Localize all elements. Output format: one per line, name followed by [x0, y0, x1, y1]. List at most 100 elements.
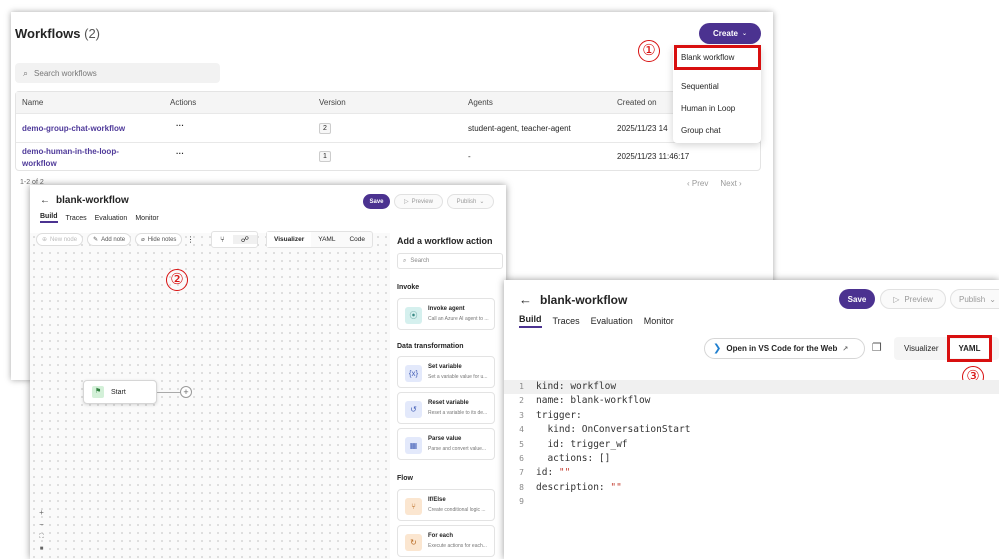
tab-build[interactable]: Build: [40, 213, 58, 223]
hide-notes-button[interactable]: ⌀ Hide notes: [135, 233, 183, 246]
step-marker-2: ②: [166, 269, 188, 291]
yaml-tabs: Build Traces Evaluation Monitor: [519, 314, 674, 328]
zoom-in-icon[interactable]: +: [35, 507, 48, 519]
create-button[interactable]: Create ⌄: [699, 23, 761, 44]
add-node-icon[interactable]: +: [180, 386, 192, 398]
code-line: 1 kind: workflow: [504, 380, 999, 395]
external-link-icon: ↗: [842, 345, 849, 353]
back-arrow-icon[interactable]: ←: [519, 292, 532, 307]
tab-yaml[interactable]: YAML: [311, 236, 342, 243]
chevron-down-icon: ⌄: [479, 199, 485, 205]
save-button[interactable]: Save: [363, 194, 390, 209]
workflow-link[interactable]: demo-group-chat-workflow: [22, 124, 125, 133]
version-badge: 1: [319, 151, 331, 162]
agents-cell: -: [468, 152, 471, 161]
workflow-title: blank-workflow: [540, 292, 628, 307]
lock-icon[interactable]: ■: [35, 543, 48, 555]
tab-evaluation[interactable]: Evaluation: [95, 215, 128, 222]
action-card-reset-variable[interactable]: ↺ Reset variable Reset a variable to its…: [397, 392, 495, 424]
next-button[interactable]: Next ›: [720, 179, 741, 188]
yaml-editor[interactable]: 1 kind: workflow 2 name: blank-workflow 3t…: [504, 380, 999, 559]
tab-code[interactable]: Code: [342, 236, 372, 243]
copy-icon[interactable]: ❐: [872, 341, 882, 354]
section-data-transformation: Data transformation: [397, 343, 464, 350]
code-line: 2 name: blank-workflow: [519, 395, 651, 407]
menu-item-human-in-loop[interactable]: Human in Loop: [681, 104, 735, 113]
tab-monitor[interactable]: Monitor: [135, 215, 158, 222]
col-name: Name: [22, 98, 44, 107]
menu-item-group-chat[interactable]: Group chat: [681, 126, 721, 135]
workflow-canvas[interactable]: ⊕ New node ✎ Add note ⌀ Hide notes ⋮ ⑂ ☍ Vi…: [30, 231, 390, 559]
code-line: 8 description: "": [519, 481, 622, 493]
action-search-input[interactable]: ⌕ Search: [397, 253, 503, 269]
tab-evaluation[interactable]: Evaluation: [591, 316, 633, 326]
tab-traces[interactable]: Traces: [66, 215, 87, 222]
variable-icon: {x}: [405, 365, 422, 382]
canvas-toolbar: ⊕ New node ✎ Add note ⌀ Hide notes ⋮: [36, 233, 194, 246]
zoom-controls: + − ⛶ ■: [35, 507, 48, 555]
action-card-set-variable[interactable]: {x} Set variable Set a variable value fo…: [397, 356, 495, 388]
preview-button[interactable]: ▷ Preview: [880, 289, 946, 309]
tree-layout-icon[interactable]: ⑂: [212, 235, 233, 244]
row-actions-button[interactable]: ···: [176, 149, 184, 158]
workflow-title: blank-workflow: [56, 195, 129, 206]
code-line: 4 kind: OnConversationStart: [519, 424, 691, 436]
fit-view-icon[interactable]: ⛶: [35, 531, 48, 543]
tab-build[interactable]: Build: [519, 314, 542, 328]
action-card-invoke-agent[interactable]: ⦿ Invoke agent Call an Azure AI agent to…: [397, 298, 495, 330]
search-icon: ⌕: [403, 257, 407, 264]
more-icon[interactable]: ⋮: [186, 235, 194, 244]
prev-button[interactable]: ‹ Prev: [687, 179, 708, 188]
back-arrow-icon[interactable]: ←: [40, 195, 50, 206]
pagination-nav: ‹ Prev Next ›: [687, 179, 742, 188]
panel-title: Add a workflow action: [397, 236, 493, 246]
play-icon: ▷: [404, 199, 409, 205]
tab-visualizer[interactable]: Visualizer: [267, 232, 312, 247]
section-flow: Flow: [397, 475, 413, 482]
add-action-panel: Add a workflow action ⌕ Search Invoke ⦿ I…: [390, 231, 506, 559]
action-card-if-else[interactable]: ⑂ If/Else Create conditional logic ...: [397, 489, 495, 521]
branch-icon: ⑂: [405, 498, 422, 515]
search-icon: ⌕: [23, 67, 29, 78]
created-cell: 2025/11/23 11:46:17: [617, 152, 690, 161]
workflow-link[interactable]: demo-human-in-the-loop-workflow: [22, 146, 119, 170]
table-row: demo-group-chat-workflow ··· 2 student-a…: [16, 113, 760, 142]
chevron-down-icon: ⌄: [989, 294, 996, 304]
publish-button[interactable]: Publish ⌄: [950, 289, 999, 309]
open-in-vscode-button[interactable]: ❯ Open in VS Code for the Web ↗: [704, 338, 865, 359]
preview-button[interactable]: ▷ Preview: [394, 194, 443, 209]
action-card-parse-value[interactable]: ▦ Parse value Parse and convert value...: [397, 428, 495, 460]
section-invoke: Invoke: [397, 284, 420, 291]
tab-monitor[interactable]: Monitor: [644, 316, 674, 326]
new-node-button[interactable]: ⊕ New node: [36, 233, 84, 246]
code-line: 5 id: trigger_wf: [519, 438, 628, 450]
workflows-table: Name Actions Version Agents Created on d…: [15, 91, 761, 171]
yaml-header: ← blank-workflow: [519, 292, 627, 307]
grid-icon: ▦: [405, 437, 422, 454]
action-card-for-each[interactable]: ↻ For each Execute actions for each...: [397, 525, 495, 557]
note-icon: ✎: [93, 237, 99, 243]
code-line: 9: [519, 497, 524, 507]
row-actions-button[interactable]: ···: [176, 121, 184, 130]
yaml-screenshot: ← blank-workflow Build Traces Evaluation…: [504, 280, 999, 559]
graph-layout-icon[interactable]: ☍: [232, 235, 257, 244]
eye-off-icon: ⌀: [141, 237, 145, 243]
start-node[interactable]: ⚑ Start: [83, 380, 157, 404]
play-icon: ▷: [893, 294, 900, 304]
search-workflows-input[interactable]: ⌕ Search workflows: [15, 63, 220, 83]
builder-screenshot: ← blank-workflow Build Traces Evaluation…: [30, 185, 506, 559]
code-line: 6 actions: []: [519, 453, 611, 464]
version-badge: 2: [319, 123, 331, 134]
tab-traces[interactable]: Traces: [553, 316, 580, 326]
zoom-out-icon[interactable]: −: [35, 519, 48, 531]
save-button[interactable]: Save: [839, 289, 875, 309]
code-line: 7 id: "": [519, 467, 571, 479]
publish-button[interactable]: Publish ⌄: [447, 194, 494, 209]
add-note-button[interactable]: ✎ Add note: [87, 233, 132, 246]
tab-visualizer[interactable]: Visualizer: [894, 344, 949, 353]
highlight-box: [947, 335, 992, 362]
code-line: 3 trigger:: [519, 409, 582, 421]
builder-tabs: Build Traces Evaluation Monitor: [40, 213, 159, 223]
created-cell: 2025/11/23 14: [617, 124, 668, 133]
menu-item-sequential[interactable]: Sequential: [681, 82, 719, 91]
